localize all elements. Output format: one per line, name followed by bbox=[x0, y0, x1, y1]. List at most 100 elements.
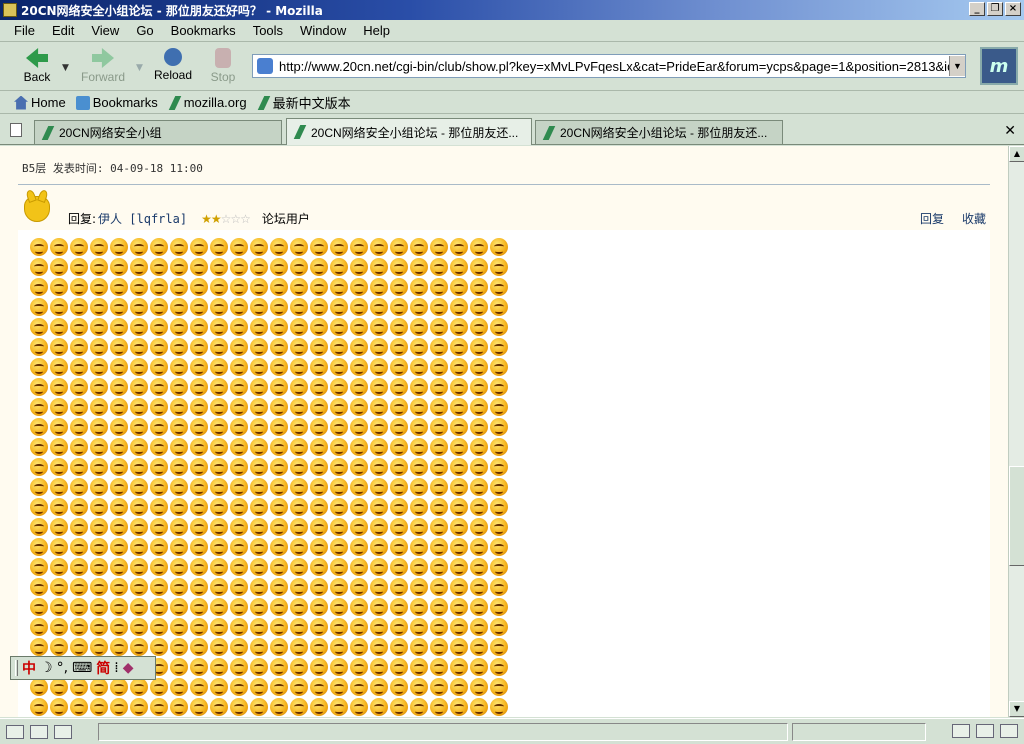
back-button[interactable]: Back bbox=[12, 47, 62, 87]
tab-bar: 20CN网络安全小组 20CN网络安全小组论坛 - 那位朋友还... 20CN网… bbox=[0, 117, 1024, 145]
smiley-emoji-icon bbox=[270, 558, 288, 576]
smiley-emoji-icon bbox=[110, 378, 128, 396]
smiley-emoji-icon bbox=[470, 618, 488, 636]
smiley-emoji-icon bbox=[410, 378, 428, 396]
composer-component-icon[interactable] bbox=[54, 724, 72, 739]
reload-button[interactable]: Reload bbox=[148, 47, 198, 87]
smiley-emoji-icon bbox=[170, 558, 188, 576]
reply-button[interactable]: 回复 bbox=[920, 210, 944, 227]
smiley-emoji-icon bbox=[430, 558, 448, 576]
smiley-emoji-icon bbox=[110, 618, 128, 636]
smiley-emoji-icon bbox=[230, 518, 248, 536]
smiley-emoji-icon bbox=[190, 398, 208, 416]
ime-punctuation-icon[interactable]: °, bbox=[57, 660, 68, 676]
stop-button[interactable]: Stop bbox=[198, 47, 248, 87]
scroll-thumb[interactable] bbox=[1009, 466, 1024, 566]
ime-help-icon[interactable]: ◆ bbox=[123, 660, 134, 676]
favorite-button[interactable]: 收藏 bbox=[962, 210, 986, 227]
security-lock-icon[interactable] bbox=[1000, 724, 1018, 738]
smiley-emoji-icon bbox=[470, 358, 488, 376]
ime-options-icon[interactable]: ⁞ bbox=[114, 660, 118, 676]
vertical-scrollbar[interactable]: ▲ ▼ bbox=[1008, 146, 1024, 717]
smiley-emoji-icon bbox=[30, 538, 48, 556]
new-tab-icon[interactable] bbox=[10, 123, 22, 137]
close-tab-icon[interactable]: ✕ bbox=[1004, 123, 1016, 139]
smiley-emoji-icon bbox=[230, 358, 248, 376]
smiley-emoji-icon bbox=[90, 318, 108, 336]
smiley-emoji-icon bbox=[50, 418, 68, 436]
scroll-up-button[interactable]: ▲ bbox=[1009, 146, 1024, 162]
smiley-emoji-icon bbox=[150, 518, 168, 536]
forward-dropdown-icon[interactable]: ▼ bbox=[136, 63, 143, 73]
menu-tools[interactable]: Tools bbox=[253, 23, 283, 38]
username-link[interactable]: 伊人 [lqfrla] bbox=[98, 210, 187, 227]
smiley-emoji-icon bbox=[250, 538, 268, 556]
smiley-emoji-icon bbox=[370, 498, 388, 516]
scroll-down-button[interactable]: ▼ bbox=[1009, 701, 1024, 717]
smiley-emoji-icon bbox=[410, 578, 428, 596]
smiley-emoji-icon bbox=[130, 558, 148, 576]
ime-keyboard-icon[interactable]: ⌨ bbox=[72, 660, 92, 676]
menu-view[interactable]: View bbox=[91, 23, 119, 38]
smiley-emoji-icon bbox=[90, 558, 108, 576]
tab-20cn-home[interactable]: 20CN网络安全小组 bbox=[34, 120, 282, 144]
smiley-emoji-icon bbox=[490, 478, 508, 496]
smiley-emoji-icon bbox=[210, 278, 228, 296]
smiley-emoji-icon bbox=[390, 358, 408, 376]
mail-component-icon[interactable] bbox=[30, 724, 48, 739]
latest-chinese-version-link[interactable]: 最新中文版本 bbox=[257, 93, 351, 112]
ime-language-toggle[interactable]: 中 bbox=[22, 658, 36, 678]
minimize-button[interactable]: _ bbox=[969, 2, 985, 16]
smiley-emoji-icon bbox=[110, 518, 128, 536]
ime-toolbar[interactable]: 中 ☽ °, ⌨ 简 ⁞ ◆ bbox=[10, 656, 156, 680]
smiley-emoji-icon bbox=[430, 438, 448, 456]
smiley-emoji-icon bbox=[390, 278, 408, 296]
smiley-emoji-icon bbox=[290, 338, 308, 356]
back-dropdown-icon[interactable]: ▼ bbox=[62, 63, 69, 73]
smiley-emoji-icon bbox=[350, 498, 368, 516]
tab-forum-thread-active[interactable]: 20CN网络安全小组论坛 - 那位朋友还... bbox=[286, 118, 532, 145]
ime-grip[interactable] bbox=[15, 660, 18, 676]
smiley-emoji-icon bbox=[350, 458, 368, 476]
ime-simplified-toggle[interactable]: 简 bbox=[96, 658, 110, 678]
ime-moon-icon[interactable]: ☽ bbox=[40, 660, 53, 676]
smiley-emoji-icon bbox=[110, 438, 128, 456]
close-window-button[interactable]: × bbox=[1005, 2, 1021, 16]
smiley-emoji-icon bbox=[290, 618, 308, 636]
smiley-emoji-icon bbox=[470, 298, 488, 316]
smiley-emoji-icon bbox=[330, 698, 348, 716]
menu-help[interactable]: Help bbox=[363, 23, 390, 38]
url-bar[interactable]: http://www.20cn.net/cgi-bin/club/show.pl… bbox=[252, 54, 966, 78]
smiley-emoji-icon bbox=[210, 638, 228, 656]
smiley-emoji-icon bbox=[350, 638, 368, 656]
smiley-emoji-icon bbox=[350, 278, 368, 296]
tab-label: 20CN网络安全小组论坛 - 那位朋友还... bbox=[311, 125, 519, 140]
smiley-emoji-icon bbox=[150, 318, 168, 336]
smiley-emoji-icon bbox=[350, 518, 368, 536]
mozilla-app-icon[interactable] bbox=[3, 3, 17, 17]
mozilla-org-link[interactable]: mozilla.org bbox=[168, 95, 247, 110]
popup-blocked-icon[interactable] bbox=[976, 724, 994, 738]
mozilla-throbber-icon[interactable]: m bbox=[980, 47, 1018, 85]
home-link[interactable]: Home bbox=[14, 95, 66, 110]
navigator-component-icon[interactable] bbox=[6, 724, 24, 739]
tab-forum-thread[interactable]: 20CN网络安全小组论坛 - 那位朋友还... bbox=[535, 120, 783, 144]
smiley-emoji-icon bbox=[170, 518, 188, 536]
menu-file[interactable]: File bbox=[14, 23, 35, 38]
online-status-icon[interactable] bbox=[952, 724, 970, 738]
smiley-emoji-icon bbox=[410, 358, 428, 376]
menu-edit[interactable]: Edit bbox=[52, 23, 74, 38]
reload-icon bbox=[164, 48, 182, 66]
url-history-dropdown-icon[interactable]: ▼ bbox=[949, 56, 965, 76]
menu-go[interactable]: Go bbox=[136, 23, 153, 38]
bookmarks-button[interactable]: Bookmarks bbox=[75, 95, 158, 110]
smiley-emoji-icon bbox=[330, 578, 348, 596]
smiley-emoji-icon bbox=[410, 338, 428, 356]
smiley-emoji-icon bbox=[90, 278, 108, 296]
forward-button[interactable]: Forward bbox=[78, 47, 128, 87]
menu-bookmarks[interactable]: Bookmarks bbox=[171, 23, 236, 38]
url-input[interactable]: http://www.20cn.net/cgi-bin/club/show.pl… bbox=[279, 59, 949, 74]
smiley-emoji-icon bbox=[230, 258, 248, 276]
menu-window[interactable]: Window bbox=[300, 23, 346, 38]
restore-button[interactable]: ❐ bbox=[987, 2, 1003, 16]
